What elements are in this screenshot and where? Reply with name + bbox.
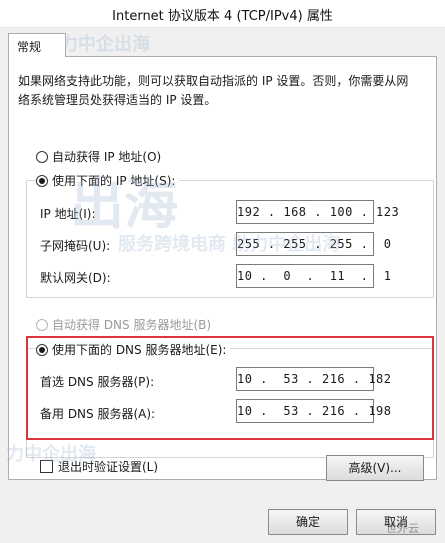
cancel-button[interactable]: 取消	[356, 509, 436, 535]
auto-dns-radio[interactable]: 自动获得 DNS 服务器地址(B)	[36, 316, 211, 333]
window-title: Internet 协议版本 4 (TCP/IPv4) 属性	[112, 9, 333, 24]
default-gateway-label: 默认网关(D):	[40, 271, 111, 285]
preferred-dns-label: 首选 DNS 服务器(P):	[40, 375, 155, 389]
validate-settings-checkbox[interactable]: 退出时验证设置(L)	[40, 458, 158, 475]
alternate-dns-label: 备用 DNS 服务器(A):	[40, 407, 156, 421]
manual-dns-radio[interactable]: 使用下面的 DNS 服务器地址(E):	[36, 341, 231, 358]
manual-ip-radio[interactable]: 使用下面的 IP 地址(S):	[36, 172, 180, 189]
tab-general[interactable]: 常规	[8, 33, 66, 57]
alternate-dns-input[interactable]: 10 . 53 . 216 . 198	[236, 399, 391, 423]
subnet-mask-input[interactable]: 255 . 255 . 255 . 0	[236, 232, 391, 256]
preferred-dns-input[interactable]: 10 . 53 . 216 . 182	[236, 367, 391, 391]
ip-address-label: IP 地址(I):	[40, 207, 96, 221]
manual-dns-radio-dot	[36, 343, 48, 356]
manual-dns-radio-label: 使用下面的 DNS 服务器地址(E):	[52, 343, 227, 357]
description-text: 如果网络支持此功能，则可以获取自动指派的 IP 设置。否则，你需要从网络系统管理…	[18, 74, 409, 107]
auto-dns-radio-label: 自动获得 DNS 服务器地址(B)	[52, 318, 212, 332]
subnet-mask-label: 子网掩码(U):	[40, 239, 111, 253]
auto-ip-radio-label: 自动获得 IP 地址(O)	[52, 150, 162, 164]
auto-ip-radio-dot	[36, 150, 48, 163]
manual-ip-radio-label: 使用下面的 IP 地址(S):	[52, 174, 176, 188]
validate-settings-box	[40, 460, 53, 473]
ip-address-input[interactable]: 192 . 168 . 100 . 123	[236, 200, 399, 224]
manual-ip-radio-dot	[36, 174, 48, 187]
validate-settings-label: 退出时验证设置(L)	[58, 460, 159, 474]
ok-button[interactable]: 确定	[268, 509, 348, 535]
auto-dns-radio-dot	[36, 318, 48, 331]
window-titlebar: Internet 协议版本 4 (TCP/IPv4) 属性	[0, 0, 445, 28]
default-gateway-input[interactable]: 10 . 0 . 11 . 1	[236, 264, 391, 288]
advanced-button[interactable]: 高级(V)...	[326, 455, 424, 481]
auto-ip-radio[interactable]: 自动获得 IP 地址(O)	[36, 148, 161, 165]
